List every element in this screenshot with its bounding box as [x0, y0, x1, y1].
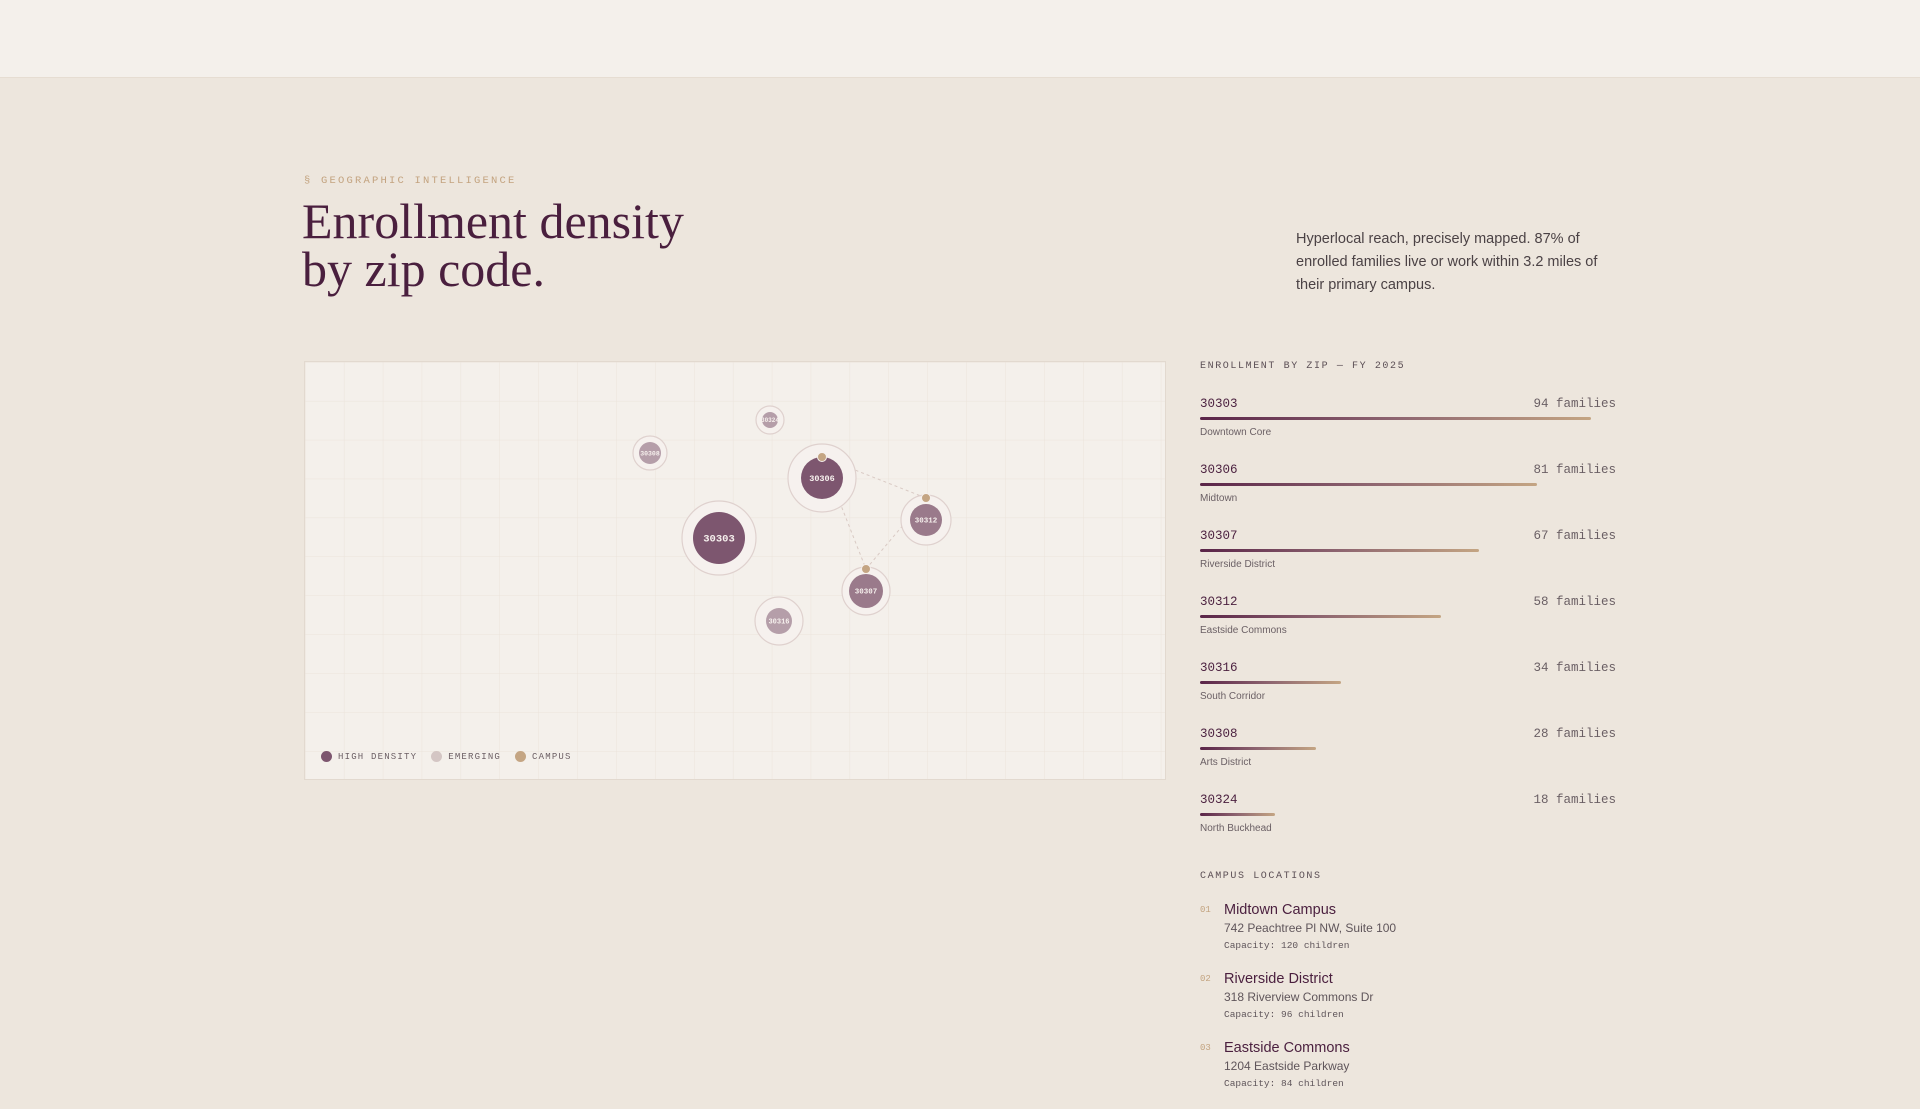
map-node-30324[interactable]: 30324 — [755, 405, 785, 435]
campus-address: 742 Peachtree Pl NW, Suite 100 — [1224, 921, 1397, 935]
campus-section-label: CAMPUS LOCATIONS — [1200, 871, 1322, 882]
zip-bar-track — [1200, 681, 1616, 685]
zip-bar-track — [1200, 549, 1616, 553]
map-node-label: 30306 — [809, 474, 835, 484]
zip-code: 30316 — [1200, 661, 1238, 675]
zip-bar-fill — [1200, 747, 1317, 750]
legend-dot-high-icon — [321, 751, 332, 762]
campus-marker-icon[interactable] — [861, 564, 871, 574]
zip-family-count: 58 families — [1533, 595, 1616, 609]
enrollment-map[interactable]: 30303 30306 30312 30307 30316 30308 30324 HIGH… — [304, 361, 1166, 780]
page-title: Enrollment density by zip code. — [302, 193, 822, 297]
page-title-line-1: Enrollment density — [302, 193, 684, 249]
map-node-30306[interactable]: 30306 — [787, 443, 857, 513]
legend-dot-emerging-icon — [431, 751, 443, 762]
campus-marker-icon[interactable] — [817, 452, 827, 462]
campus-capacity: Capacity: 96 children — [1224, 1009, 1344, 1020]
zip-bar-track — [1200, 813, 1616, 817]
zip-area-name: Eastside Commons — [1200, 625, 1287, 636]
zip-bar-fill — [1200, 681, 1342, 684]
zip-row-30306[interactable]: 30306 81 families Midtown — [1200, 463, 1616, 529]
campus-item[interactable]: 01 Midtown Campus 742 Peachtree Pl NW, S… — [1200, 902, 1616, 971]
legend-label-emerging: EMERGING — [448, 751, 502, 762]
zip-row-30308[interactable]: 30308 28 families Arts District — [1200, 727, 1616, 793]
zip-bar-fill — [1200, 813, 1275, 816]
campus-number: 02 — [1200, 974, 1211, 984]
map-node-label: 30303 — [703, 534, 735, 546]
map-node-30316[interactable]: 30316 — [754, 596, 804, 646]
intro-paragraph: Hyperlocal reach, precisely mapped. 87% … — [1296, 231, 1598, 293]
campus-item[interactable]: 02 Riverside District 318 Riverview Comm… — [1200, 971, 1616, 1040]
map-node-label: 30316 — [768, 618, 789, 626]
legend-item-emerging: EMERGING — [431, 751, 501, 762]
zip-area-name: Arts District — [1200, 757, 1252, 768]
zip-bar-fill — [1200, 417, 1592, 420]
map-node-label: 30307 — [855, 589, 878, 597]
zip-code: 30303 — [1200, 397, 1238, 411]
zip-code: 30307 — [1200, 529, 1238, 543]
enrollment-section-label: ENROLLMENT BY ZIP — FY 2025 — [1200, 361, 1406, 372]
zip-row-30307[interactable]: 30307 67 families Riverside District — [1200, 529, 1616, 595]
zip-bar-fill — [1200, 549, 1479, 552]
zip-row-30324[interactable]: 30324 18 families North Buckhead — [1200, 793, 1616, 859]
top-nav-bar — [0, 0, 1920, 78]
map-node-30303[interactable]: 30303 — [681, 500, 757, 576]
campus-number: 03 — [1200, 1043, 1211, 1053]
map-legend: HIGH DENSITY EMERGING CAMPUS — [321, 751, 572, 762]
zip-bar-track — [1200, 417, 1616, 421]
campus-capacity: Capacity: 120 children — [1224, 940, 1350, 951]
zip-row-30312[interactable]: 30312 58 families Eastside Commons — [1200, 595, 1616, 661]
campus-name: Midtown Campus — [1224, 902, 1337, 918]
zip-code: 30324 — [1200, 793, 1238, 807]
zip-area-name: Downtown Core — [1200, 427, 1272, 438]
legend-dot-campus-icon — [515, 751, 527, 762]
map-node-label: 30324 — [761, 417, 779, 424]
map-node-30308[interactable]: 30308 — [632, 435, 668, 471]
legend-item-high-density: HIGH DENSITY — [321, 751, 417, 762]
campus-marker-icon[interactable] — [921, 493, 931, 503]
campus-address: 1204 Eastside Parkway — [1224, 1059, 1350, 1073]
zip-bar-track — [1200, 615, 1616, 619]
legend-item-campus: CAMPUS — [515, 751, 572, 762]
zip-family-count: 28 families — [1533, 727, 1616, 741]
zip-bar-track — [1200, 747, 1616, 751]
zip-row-30303[interactable]: 30303 94 families Downtown Core — [1200, 397, 1616, 463]
map-node-label: 30308 — [640, 450, 660, 457]
campus-name: Eastside Commons — [1224, 1040, 1350, 1056]
zip-row-30316[interactable]: 30316 34 families South Corridor — [1200, 661, 1616, 727]
map-node-label: 30312 — [915, 518, 938, 526]
campus-list: 01 Midtown Campus 742 Peachtree Pl NW, S… — [1200, 902, 1616, 1109]
zip-code: 30312 — [1200, 595, 1238, 609]
legend-label-high: HIGH DENSITY — [338, 751, 418, 762]
zip-bar-track — [1200, 483, 1616, 487]
zip-family-count: 18 families — [1533, 793, 1616, 807]
campus-number: 01 — [1200, 905, 1211, 915]
campus-name: Riverside District — [1224, 971, 1333, 987]
zip-area-name: North Buckhead — [1200, 823, 1272, 834]
zip-list: 30303 94 families Downtown Core 30306 81… — [1200, 397, 1616, 859]
legend-label-campus: CAMPUS — [532, 751, 572, 762]
zip-area-name: Riverside District — [1200, 559, 1276, 570]
zip-family-count: 81 families — [1533, 463, 1616, 477]
map-canvas: 30303 30306 30312 30307 30316 30308 30324 — [305, 362, 1165, 779]
zip-area-name: Midtown — [1200, 493, 1238, 504]
zip-bar-fill — [1200, 615, 1442, 618]
zip-bar-fill — [1200, 483, 1537, 486]
zip-code: 30306 — [1200, 463, 1238, 477]
side-panel: ENROLLMENT BY ZIP — FY 2025 30303 94 fam… — [1200, 361, 1616, 1109]
zip-area-name: South Corridor — [1200, 691, 1266, 702]
zip-family-count: 67 families — [1533, 529, 1616, 543]
campus-item[interactable]: 03 Eastside Commons 1204 Eastside Parkwa… — [1200, 1040, 1616, 1109]
zip-code: 30308 — [1200, 727, 1238, 741]
zip-family-count: 34 families — [1533, 661, 1616, 675]
section-eyebrow: § GEOGRAPHIC INTELLIGENCE — [304, 175, 517, 187]
zip-family-count: 94 families — [1533, 397, 1616, 411]
page-title-line-2: by zip code. — [302, 241, 545, 297]
campus-address: 318 Riverview Commons Dr — [1224, 990, 1374, 1004]
